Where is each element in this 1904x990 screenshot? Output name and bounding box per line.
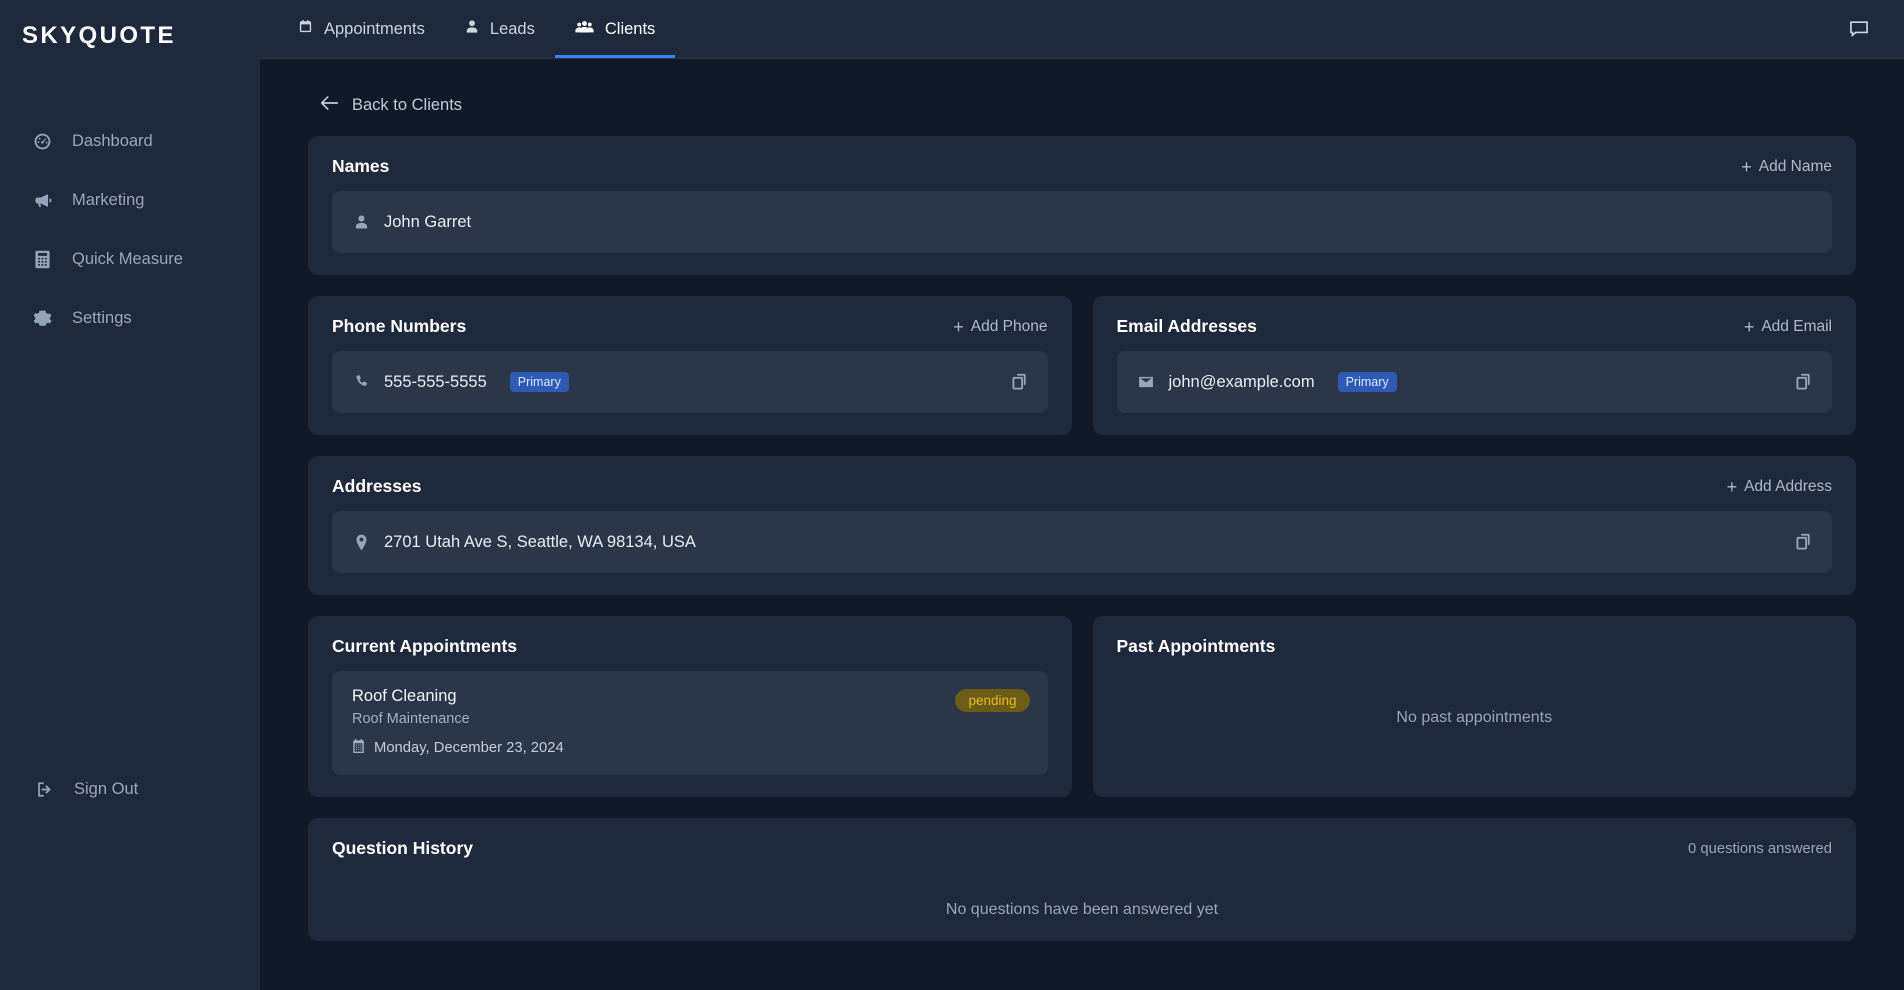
back-link-label: Back to Clients: [352, 96, 463, 114]
phone-icon: [352, 374, 370, 390]
name-value: John Garret: [384, 212, 472, 231]
contact-cards-row: Phone Numbers + Add Phone 555-555-5555 P…: [308, 296, 1856, 456]
appointment-item[interactable]: Roof Cleaning Roof Maintenance Monday, D…: [332, 671, 1048, 775]
sidebar: SKYQUOTE Dashboard Marketing Quick Measu…: [0, 0, 260, 990]
email-row[interactable]: john@example.com Primary: [1116, 351, 1832, 413]
topbar-actions: [1842, 0, 1904, 58]
email-card-title: Email Addresses: [1116, 316, 1257, 336]
main-area: Appointments Leads Clients Back to Clien…: [260, 0, 1904, 990]
phone-card-header: Phone Numbers + Add Phone: [332, 316, 1048, 337]
map-pin-icon: [352, 534, 370, 551]
current-appointments-card: Current Appointments Roof Cleaning Roof …: [308, 616, 1072, 797]
plus-icon: +: [1726, 476, 1738, 497]
email-card-header: Email Addresses + Add Email: [1117, 316, 1833, 337]
sidebar-item-settings[interactable]: Settings: [0, 299, 260, 337]
sign-out-button[interactable]: Sign Out: [0, 770, 138, 808]
names-card-title: Names: [332, 156, 390, 176]
add-name-label: Add Name: [1758, 157, 1832, 175]
past-appointments-empty: No past appointments: [1396, 709, 1553, 726]
primary-badge: Primary: [1337, 372, 1397, 392]
sidebar-item-quick-measure[interactable]: Quick Measure: [0, 240, 260, 278]
add-phone-label: Add Phone: [970, 317, 1048, 335]
appointment-date: Monday, December 23, 2024: [374, 740, 564, 756]
current-appointments-title: Current Appointments: [332, 636, 518, 656]
arrow-left-icon: [320, 95, 339, 116]
appointment-name: Roof Cleaning: [352, 687, 457, 705]
back-to-clients-link[interactable]: Back to Clients: [320, 95, 462, 116]
plus-icon: +: [953, 316, 964, 337]
addresses-card-header: Addresses + Add Address: [332, 476, 1832, 497]
phone-card-title: Phone Numbers: [332, 316, 467, 336]
copy-icon[interactable]: [1011, 373, 1028, 391]
calendar-icon: [298, 19, 313, 39]
add-address-button[interactable]: + Add Address: [1727, 478, 1832, 496]
tab-label: Clients: [604, 19, 656, 38]
names-card-header: Names + Add Name: [332, 156, 1832, 177]
calendar-icon: [352, 739, 365, 757]
sign-out-label: Sign Out: [74, 779, 139, 798]
past-appointments-header: Past Appointments: [1117, 636, 1833, 657]
question-count: 0 questions answered: [1688, 840, 1832, 857]
sidebar-item-label: Quick Measure: [72, 249, 183, 268]
phone-numbers-card: Phone Numbers + Add Phone 555-555-5555 P…: [308, 296, 1072, 435]
current-appointments-header: Current Appointments: [332, 636, 1048, 657]
tab-bar: Appointments Leads Clients: [260, 0, 676, 58]
tab-label: Appointments: [324, 19, 425, 38]
tab-label: Leads: [489, 19, 535, 38]
brand-logo: SKYQUOTE: [22, 22, 176, 49]
name-row[interactable]: John Garret: [332, 191, 1832, 253]
past-appointments-card: Past Appointments No past appointments: [1092, 616, 1856, 797]
app-root: SKYQUOTE Dashboard Marketing Quick Measu…: [0, 0, 1904, 990]
add-name-button[interactable]: + Add Name: [1741, 158, 1832, 176]
copy-icon[interactable]: [1795, 533, 1812, 551]
tab-clients[interactable]: Clients: [554, 0, 676, 58]
tab-leads[interactable]: Leads: [445, 0, 555, 58]
question-history-title: Question History: [332, 838, 473, 858]
calculator-icon: [32, 249, 52, 269]
sidebar-item-dashboard[interactable]: Dashboard: [0, 122, 260, 160]
email-addresses-card: Email Addresses + Add Email john@example…: [1092, 296, 1856, 435]
past-appointments-title: Past Appointments: [1116, 636, 1276, 656]
appointment-service: Roof Maintenance: [352, 711, 470, 727]
address-value: 2701 Utah Ave S, Seattle, WA 98134, USA: [384, 532, 696, 551]
envelope-icon: [1137, 375, 1155, 389]
primary-badge: Primary: [509, 372, 569, 392]
users-icon: [575, 19, 594, 39]
phone-row[interactable]: 555-555-5555 Primary: [332, 351, 1048, 413]
tab-appointments[interactable]: Appointments: [278, 0, 445, 58]
copy-icon[interactable]: [1795, 373, 1812, 391]
question-history-empty: No questions have been answered yet: [945, 901, 1219, 918]
plus-icon: +: [1741, 156, 1752, 177]
names-card: Names + Add Name John Garret: [308, 136, 1856, 275]
add-email-label: Add Email: [1761, 317, 1832, 335]
appointment-date-row: Monday, December 23, 2024: [352, 739, 1028, 757]
add-email-button[interactable]: + Add Email: [1744, 318, 1832, 336]
sign-out-icon: [34, 779, 54, 799]
sidebar-nav: Dashboard Marketing Quick Measure Settin…: [0, 122, 260, 358]
user-icon: [465, 19, 479, 39]
gear-icon: [32, 308, 52, 328]
sidebar-item-marketing[interactable]: Marketing: [0, 181, 260, 219]
chat-bubble-icon[interactable]: [1842, 12, 1876, 46]
address-row[interactable]: 2701 Utah Ave S, Seattle, WA 98134, USA: [332, 511, 1832, 573]
sidebar-item-label: Settings: [72, 308, 132, 327]
person-icon: [352, 214, 370, 230]
sidebar-item-label: Marketing: [72, 190, 145, 209]
add-phone-button[interactable]: + Add Phone: [953, 318, 1047, 336]
appointments-row: Current Appointments Roof Cleaning Roof …: [308, 616, 1856, 818]
question-history-card: Question History 0 questions answered No…: [308, 818, 1856, 941]
content-area: Back to Clients Names + Add Name John Ga…: [260, 59, 1904, 990]
plus-icon: +: [1743, 316, 1755, 337]
phone-value: 555-555-5555: [384, 372, 487, 391]
addresses-card-title: Addresses: [332, 476, 422, 496]
addresses-card: Addresses + Add Address 2701 Utah Ave S,…: [308, 456, 1856, 595]
question-history-header: Question History 0 questions answered: [332, 838, 1832, 859]
topbar: Appointments Leads Clients: [260, 0, 1904, 59]
add-address-label: Add Address: [1744, 477, 1832, 495]
sidebar-item-label: Dashboard: [72, 131, 153, 150]
status-badge: pending: [955, 689, 1030, 712]
email-value: john@example.com: [1168, 372, 1315, 391]
bullhorn-icon: [32, 190, 52, 210]
gauge-icon: [32, 131, 52, 151]
